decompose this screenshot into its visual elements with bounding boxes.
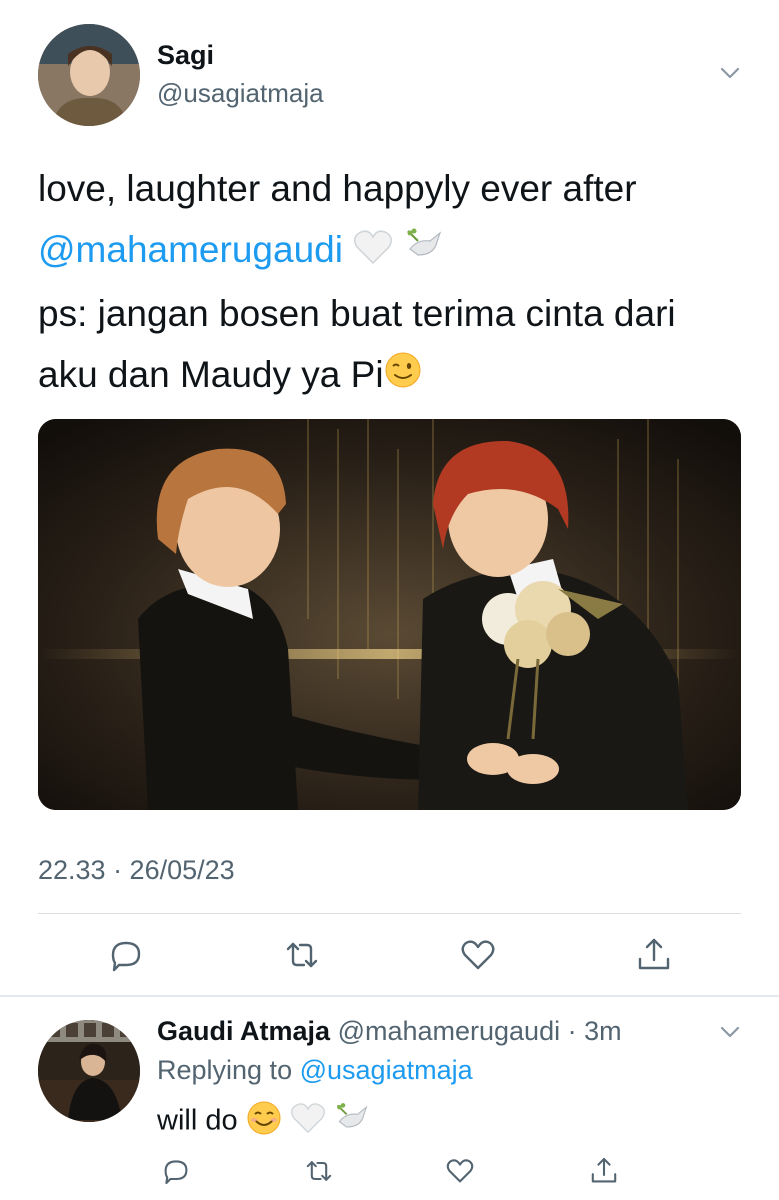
reply-share-icon[interactable] [588, 1155, 620, 1192]
dove-icon [334, 1100, 370, 1144]
reply-text-content: will do [157, 1104, 238, 1137]
tweet-line-1: love, laughter and happyly ever after [38, 168, 637, 209]
replying-prefix: Replying to [157, 1055, 293, 1085]
replying-to-link[interactable]: @usagiatmaja [300, 1055, 473, 1085]
white-heart-icon [353, 222, 393, 283]
handle[interactable]: @usagiatmaja [157, 78, 324, 109]
tweet-line-3: ps: jangan bosen buat terima cinta dari [38, 292, 676, 334]
reply-icon[interactable] [106, 935, 146, 980]
smiling-face-icon [246, 1100, 282, 1144]
winking-face-icon [384, 346, 422, 407]
timestamp: 22.33 · 26/05/23 [38, 855, 235, 885]
like-icon[interactable] [458, 935, 498, 980]
reply-header: Gaudi Atmaja @mahamerugaudi · 3m [157, 1016, 622, 1047]
replying-to: Replying to @usagiatmaja [157, 1055, 473, 1086]
avatar[interactable] [38, 24, 140, 126]
tweet-line-4: aku dan Maudy ya Pi [38, 353, 384, 395]
share-icon[interactable] [634, 935, 674, 980]
retweet-icon[interactable] [282, 935, 322, 980]
reply-handle-time[interactable]: @mahamerugaudi · 3m [338, 1016, 622, 1046]
divider [38, 913, 741, 914]
reply-retweet-icon[interactable] [303, 1155, 335, 1192]
reply-like-icon[interactable] [444, 1155, 476, 1192]
tweet-divider [0, 995, 779, 997]
tweet-photo[interactable] [38, 419, 741, 810]
mention-link[interactable]: @mahamerugaudi [38, 229, 343, 270]
reply-display-name[interactable]: Gaudi Atmaja [157, 1016, 330, 1046]
reply-reply-icon[interactable] [160, 1155, 192, 1192]
tweet-text: love, laughter and happyly ever after @m… [38, 158, 758, 407]
dove-icon [404, 222, 444, 283]
reply-text: will do [157, 1100, 370, 1144]
chevron-down-icon[interactable] [719, 62, 741, 89]
reply-avatar[interactable] [38, 1020, 140, 1122]
display-name[interactable]: Sagi [157, 40, 214, 71]
reply-chevron-down-icon[interactable] [719, 1021, 741, 1048]
white-heart-icon [290, 1102, 326, 1142]
